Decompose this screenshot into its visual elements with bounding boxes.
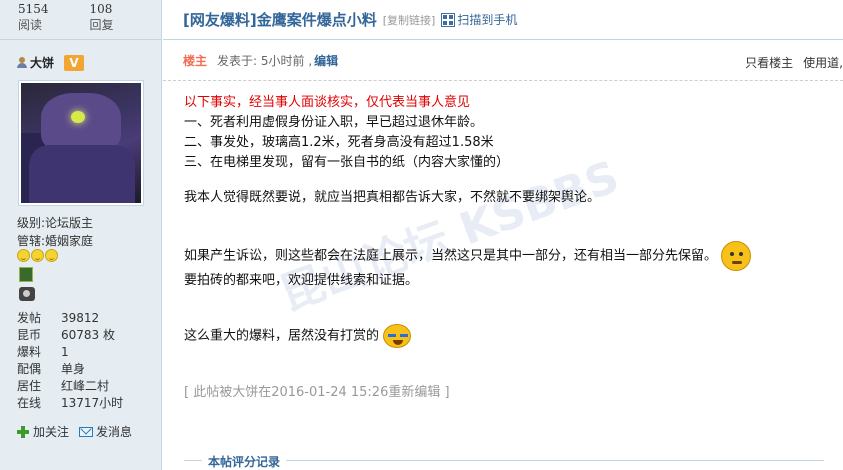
- medals: [17, 249, 58, 262]
- info-key: 昆币: [17, 328, 42, 342]
- views-stat: 5154 阅读: [18, 0, 90, 39]
- author-name-row: 大饼 V: [17, 54, 85, 71]
- author-name-link[interactable]: 大饼: [30, 54, 54, 71]
- info-row: 发帖 39812: [17, 310, 123, 327]
- post-header: 楼主 发表于: 5小时前 , 编辑 只看楼主 使用道,: [163, 41, 843, 81]
- info-key: 发帖: [17, 311, 42, 325]
- only-op-link[interactable]: 只看楼主: [745, 54, 793, 71]
- post-line: 一、死者利用虚假身份证入职，早已超过退休年龄。: [184, 115, 484, 130]
- views-count: 5154: [18, 2, 49, 16]
- smiley-medal-icon: [31, 249, 44, 262]
- thinking-emoji-icon: [721, 241, 752, 271]
- info-value: 13717小时: [61, 396, 124, 410]
- send-message-button[interactable]: 发消息: [79, 423, 132, 440]
- thread-title-bar: [网友爆料]金鹰案件爆点小料 [复制链接] 扫描到手机: [163, 0, 843, 40]
- follow-button[interactable]: 加关注: [17, 423, 69, 440]
- use-tool-link[interactable]: 使用道,: [803, 54, 843, 71]
- op-label: 楼主: [183, 54, 208, 68]
- post-line: 我本人觉得既然要说，就应当把真相都告诉大家，不然就不要绑架舆论。: [184, 190, 601, 205]
- info-row: 在线 13717小时: [17, 395, 123, 412]
- author-info: 发帖 39812 昆币 60783 枚 爆料 1 配偶 单身 居住 红峰二村 在线 1371…: [17, 310, 123, 412]
- crying-emoji-icon: [383, 324, 412, 348]
- info-key: 居住: [17, 379, 42, 393]
- rating-title: 本帖评分记录: [202, 453, 287, 470]
- posted-at: 发表于: 5小时前 ,: [217, 54, 313, 68]
- info-row: 居住 红峰二村: [17, 378, 123, 395]
- info-row: 配偶 单身: [17, 361, 123, 378]
- thread-stats: 5154 阅读 108 回复: [0, 0, 161, 40]
- post-line: 如果产生诉讼，则这些都会在法庭上展示，当然这只是其中一部分，还有相当一部分先保留…: [184, 248, 718, 264]
- edit-note: [ 此帖被大饼在2016-01-24 15:26重新编辑 ]: [184, 385, 450, 400]
- author-avatar[interactable]: [18, 80, 144, 206]
- camera-badge-icon: [19, 287, 35, 301]
- manages-label: 管辖:: [17, 234, 46, 248]
- post-line-with-emoji: 这么重大的爆料，居然没有打赏的: [184, 324, 824, 348]
- replies-stat: 108 回复: [90, 0, 162, 39]
- replies-count: 108: [89, 2, 113, 16]
- post-line: 这么重大的爆料，居然没有打赏的: [184, 328, 380, 344]
- info-value: 39812: [61, 311, 100, 325]
- info-value: 60783 枚: [61, 328, 115, 342]
- post-line: 三、在电梯里发现，留有一张自书的纸（内容大家懂的）: [184, 155, 510, 170]
- thread-title[interactable]: [网友爆料]金鹰案件爆点小料: [183, 9, 377, 30]
- scan-to-phone-link[interactable]: 扫描到手机: [457, 11, 517, 28]
- user-icon: [17, 56, 27, 69]
- post-line-with-emoji: 如果产生诉讼，则这些都会在法庭上展示，当然这只是其中一部分，还有相当一部分先保留…: [184, 241, 824, 271]
- edit-button[interactable]: 编辑: [314, 52, 338, 69]
- info-value: 红峰二村: [61, 379, 110, 393]
- author-actions: 加关注 发消息: [17, 423, 142, 440]
- follow-label: 加关注: [33, 425, 70, 439]
- level-label: 级别:: [17, 216, 46, 230]
- info-row: 爆料 1: [17, 344, 123, 361]
- rating-section: 本帖评分记录: [184, 453, 824, 470]
- plus-icon: [17, 425, 29, 438]
- post-line: 二、事发处，玻璃高1.2米，死者身高没有超过1.58米: [184, 135, 494, 150]
- avatar-image: [21, 83, 141, 203]
- info-key: 在线: [17, 396, 42, 410]
- post-line: 以下事实，经当事人面谈核实，仅代表当事人意见: [184, 95, 471, 110]
- replies-label: 回复: [89, 18, 114, 32]
- moderator-badge-icon: [19, 267, 33, 282]
- manages-value: 婚姻家庭: [45, 234, 94, 248]
- info-key: 配偶: [17, 362, 42, 376]
- post-line: 要拍砖的都来吧，欢迎提供线索和证据。: [184, 273, 419, 288]
- views-label: 阅读: [18, 18, 43, 32]
- message-label: 发消息: [96, 425, 133, 439]
- smiley-medal-icon: [45, 249, 58, 262]
- level-value: 论坛版主: [45, 216, 94, 230]
- copy-link-button[interactable]: [复制链接]: [383, 12, 436, 28]
- smiley-medal-icon: [17, 249, 30, 262]
- info-row: 昆币 60783 枚: [17, 327, 123, 344]
- mail-icon: [79, 426, 94, 437]
- author-rank: 级别: 论坛版主 管辖: 婚姻家庭: [17, 214, 93, 250]
- vip-badge[interactable]: V: [64, 54, 85, 71]
- post-content: 以下事实，经当事人面谈核实，仅代表当事人意见 一、死者利用虚假身份证入职，早已超…: [184, 93, 824, 348]
- post-header-tools: 只看楼主 使用道,: [745, 54, 843, 71]
- author-sidebar: 5154 阅读 108 回复 大饼 V 级别: 论坛版主 管辖: 婚姻家庭 发帖 39…: [0, 0, 162, 470]
- qr-code-icon[interactable]: [441, 12, 456, 27]
- info-value: 1: [61, 345, 69, 359]
- info-value: 单身: [61, 362, 86, 376]
- info-key: 爆料: [17, 345, 42, 359]
